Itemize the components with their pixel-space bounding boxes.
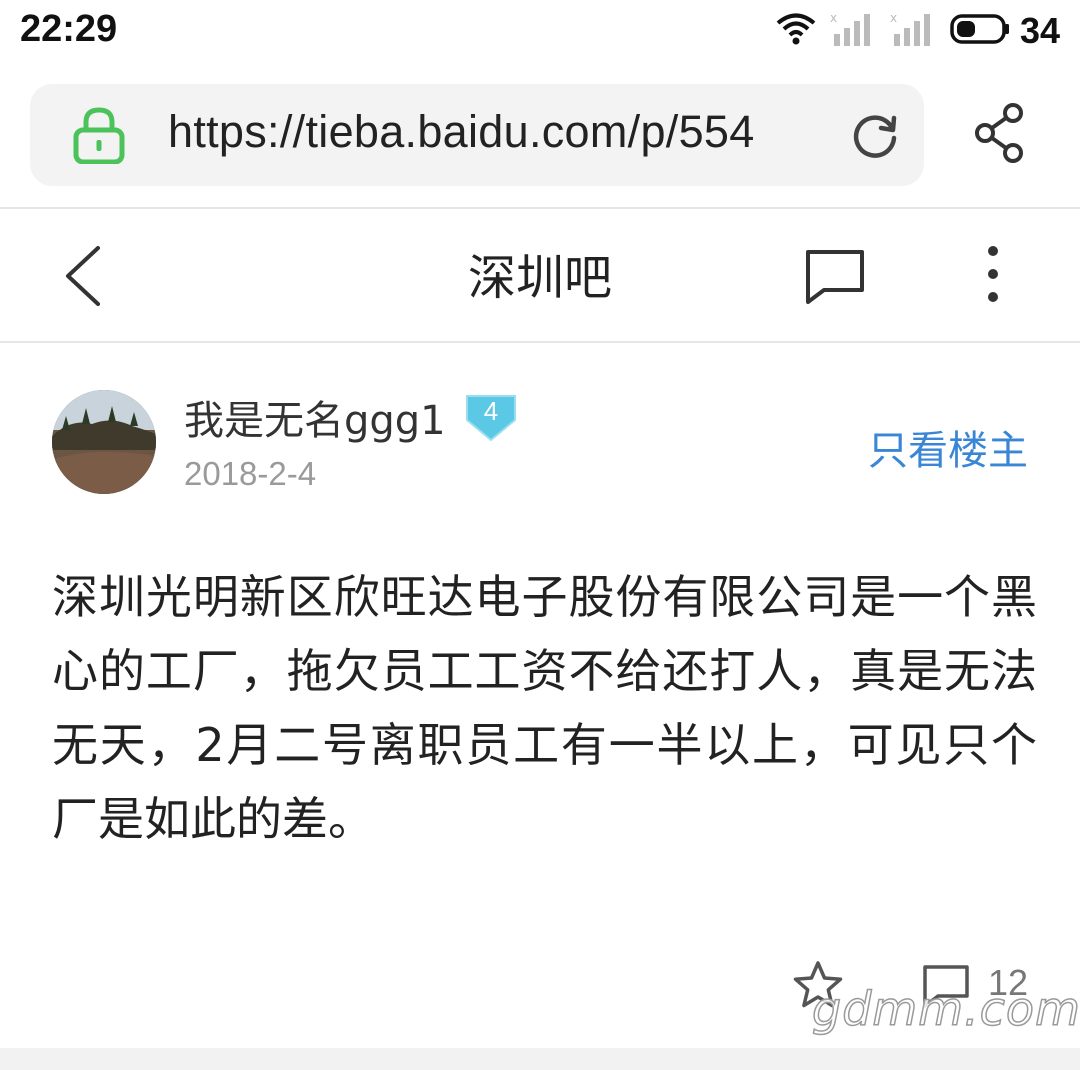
- svg-text:x: x: [830, 12, 837, 25]
- battery-level: 34: [1019, 10, 1060, 51]
- more-icon[interactable]: [980, 244, 1006, 308]
- wifi-icon: [776, 12, 816, 50]
- level-badge: 4: [464, 392, 518, 442]
- url-text[interactable]: https://tieba.baidu.com/p/554: [168, 106, 755, 158]
- battery-icon: [950, 13, 1012, 49]
- svg-text:x: x: [890, 12, 897, 25]
- post-content: 深圳光明新区欣旺达电子股份有限公司是一个黑心的工厂，拖欠员工工资不给还打人，真是…: [52, 570, 1037, 846]
- username[interactable]: 我是无名ggg1: [184, 388, 446, 446]
- status-bar: 22:29 x x 34: [0, 0, 1080, 62]
- share-icon[interactable]: [970, 102, 1030, 168]
- signal-icon: x: [830, 11, 876, 50]
- divider: [0, 341, 1080, 343]
- watermark: gdmm.com: [811, 981, 1080, 1037]
- comment-icon[interactable]: [804, 248, 866, 310]
- lock-icon[interactable]: [72, 106, 126, 168]
- post-date: 2018-2-4: [184, 455, 317, 492]
- status-time: 22:29: [20, 8, 118, 50]
- reload-icon[interactable]: [848, 108, 902, 166]
- divider: [0, 207, 1080, 209]
- avatar[interactable]: [52, 390, 156, 494]
- address-bar[interactable]: https://tieba.baidu.com/p/554: [30, 84, 924, 186]
- status-icons: x x 34: [776, 10, 1060, 52]
- bottom-strip: [0, 1048, 1080, 1070]
- only-op-button[interactable]: 只看楼主: [868, 418, 1028, 476]
- signal-icon: x: [890, 11, 936, 50]
- page-title: 深圳吧: [467, 250, 612, 306]
- level-number: 4: [483, 396, 499, 426]
